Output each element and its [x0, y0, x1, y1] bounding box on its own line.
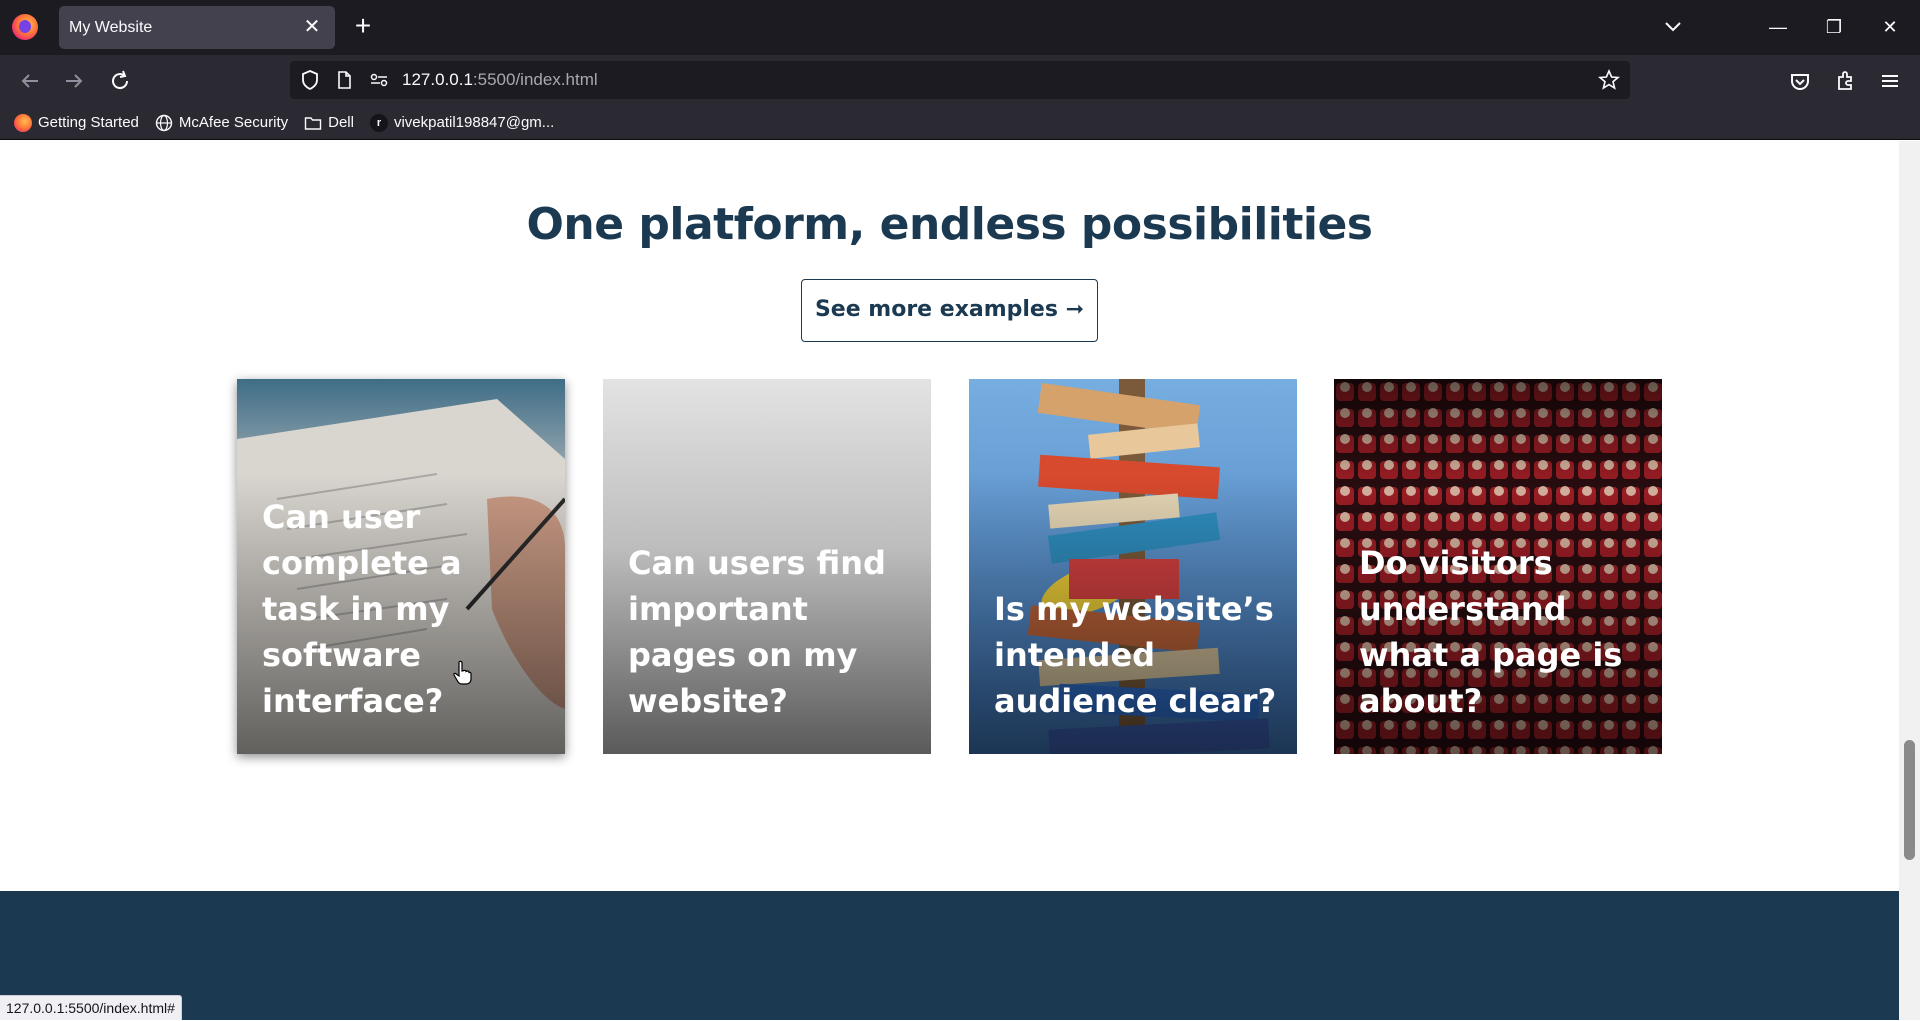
new-tab-button[interactable]: + — [350, 12, 376, 40]
example-card-task-completion[interactable]: Can user complete a task in my software … — [237, 379, 565, 754]
bookmark-star-icon[interactable] — [1597, 68, 1621, 96]
tab-my-website[interactable]: My Website ✕ — [59, 6, 335, 49]
card-title: Can user complete a task in my software … — [262, 498, 462, 720]
scrollbar-thumb[interactable] — [1904, 740, 1915, 860]
list-all-tabs-chevron-icon[interactable] — [1660, 14, 1686, 40]
globe-icon — [155, 114, 173, 132]
bookmarks-toolbar: Getting Started McAfee Security Dell r v… — [0, 106, 1920, 140]
see-more-examples-button[interactable]: See more examples ➞ — [801, 279, 1098, 342]
example-card-audience[interactable]: Is my website’s intended audience clear? — [969, 379, 1297, 754]
bookmark-mcafee-security[interactable]: McAfee Security — [155, 106, 288, 140]
bookmark-label: McAfee Security — [178, 114, 289, 131]
url-path: :5500/index.html — [472, 70, 598, 89]
status-bar-link-preview: 127.0.0.1:5500/index.html# — [0, 995, 182, 1020]
example-card-find-pages[interactable]: Can users find important pages on my web… — [603, 379, 931, 754]
bookmark-label: vivekpatil198847@gm... — [393, 114, 555, 131]
section-heading: One platform, endless possibilities — [526, 199, 1374, 250]
footer-section — [0, 891, 1899, 1020]
example-card-page-understanding[interactable]: Do visitors understand what a page is ab… — [1334, 379, 1662, 754]
page-viewport: One platform, endless possibilities See … — [0, 141, 1899, 1020]
tab-bar: My Website ✕ + — ❐ ✕ — [0, 0, 1920, 55]
hand-cursor-icon — [453, 660, 472, 685]
bookmark-getting-started[interactable]: Getting Started — [14, 106, 139, 140]
tab-title: My Website — [69, 18, 153, 36]
firefox-logo-icon — [12, 14, 38, 40]
bookmark-vivekpatil[interactable]: r vivekpatil198847@gm... — [369, 106, 555, 140]
url-host: 127.0.0.1 — [402, 70, 473, 89]
forward-arrow-icon[interactable] — [60, 67, 88, 95]
bookmark-folder-dell[interactable]: Dell — [304, 106, 354, 140]
card-title: Is my website’s intended audience clear? — [994, 590, 1277, 720]
url-text[interactable]: 127.0.0.1:5500/index.html — [402, 70, 598, 90]
pocket-icon[interactable] — [1786, 67, 1814, 95]
reload-icon[interactable] — [106, 67, 134, 95]
page-info-icon[interactable] — [333, 69, 355, 96]
site-icon: r — [369, 113, 388, 132]
bookmark-label: Dell — [328, 114, 354, 131]
menu-hamburger-icon[interactable] — [1876, 67, 1904, 95]
card-title: Do visitors understand what a page is ab… — [1359, 544, 1623, 720]
firefox-icon — [14, 113, 32, 132]
vertical-scrollbar[interactable] — [1899, 141, 1920, 1020]
minimize-button[interactable]: — — [1762, 12, 1794, 42]
address-bar[interactable]: 127.0.0.1:5500/index.html — [290, 61, 1630, 99]
card-title: Can users find important pages on my web… — [628, 544, 886, 720]
extensions-icon[interactable] — [1831, 67, 1859, 95]
tracking-shield-icon[interactable] — [299, 69, 321, 96]
close-tab-icon[interactable]: ✕ — [301, 16, 323, 38]
restore-button[interactable]: ❐ — [1818, 12, 1850, 42]
close-window-button[interactable]: ✕ — [1874, 12, 1906, 42]
site-permissions-icon[interactable] — [368, 69, 390, 96]
bookmark-label: Getting Started — [38, 114, 139, 131]
back-arrow-icon[interactable] — [16, 67, 44, 95]
folder-icon — [304, 114, 322, 132]
